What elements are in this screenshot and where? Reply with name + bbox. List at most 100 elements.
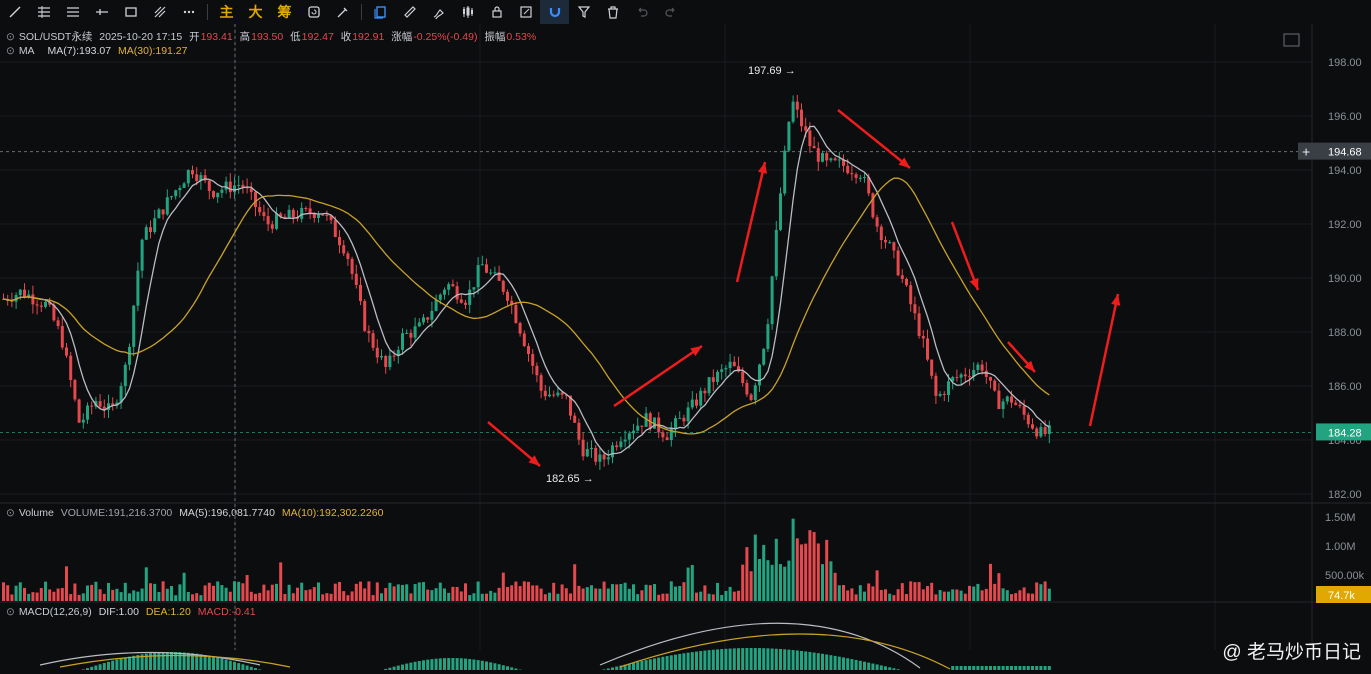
candle-body [598, 454, 602, 462]
line-tool-icon[interactable] [0, 0, 29, 24]
volume-bar [81, 593, 85, 601]
macd-bar [501, 665, 505, 670]
volume-bar [388, 582, 392, 601]
volume-bar [73, 583, 77, 601]
volume-bar [732, 591, 736, 601]
candle-body [934, 375, 938, 396]
candles-icon[interactable] [453, 0, 482, 24]
candle-body [342, 245, 346, 254]
candle-body [577, 422, 581, 440]
volume-bar [18, 582, 22, 601]
volume-bar [270, 584, 274, 601]
parallel-channel-icon[interactable] [58, 0, 87, 24]
macd-bar [753, 648, 757, 670]
volume-bar [1031, 593, 1034, 601]
copy-icon[interactable] [366, 0, 395, 24]
candle-body [892, 242, 896, 251]
macd-bar [758, 648, 761, 670]
candle-body [157, 209, 161, 219]
macd-bar [86, 668, 89, 670]
volume-bar [77, 594, 81, 601]
volume-bar [795, 538, 799, 601]
macd-bar [779, 649, 782, 670]
macd-bar [653, 658, 656, 670]
ruler-icon[interactable] [395, 0, 424, 24]
volume-bar [816, 543, 820, 601]
volume-bar [518, 586, 522, 601]
volume-bar [233, 581, 236, 601]
volume-bar [938, 590, 942, 601]
candle-body [86, 405, 89, 420]
candle-body [73, 380, 77, 400]
macd-bar [438, 658, 442, 670]
candle-body [686, 407, 690, 422]
candle-body [182, 183, 186, 189]
candle-body [304, 208, 308, 210]
volume-bar [65, 566, 68, 601]
brush-icon[interactable] [424, 0, 453, 24]
trash-icon[interactable] [598, 0, 627, 24]
candle-body [438, 294, 442, 300]
candle-body [375, 347, 379, 358]
candle-body [501, 280, 505, 292]
volume-bar [556, 593, 560, 601]
rectangle-icon[interactable] [116, 0, 145, 24]
volume-bar [128, 593, 131, 601]
macd-bar [107, 661, 110, 670]
candle-body [984, 370, 988, 377]
volume-bar [245, 575, 249, 601]
lock-icon[interactable] [482, 0, 511, 24]
last-volume-badge: 74.7k [1316, 586, 1371, 603]
macd-bar [472, 659, 476, 670]
macd-bar [728, 648, 732, 670]
macd-bar [770, 648, 774, 670]
volume-bar [170, 585, 173, 601]
macd-bar [636, 661, 640, 670]
candle-body [178, 188, 182, 191]
price-tick: 198.00 [1328, 57, 1362, 69]
macd-bar [1022, 666, 1026, 670]
undo-icon[interactable] [627, 0, 656, 24]
candle-body [800, 109, 803, 127]
macd-bar [1005, 666, 1009, 670]
macd-bar [417, 660, 421, 670]
macd-bar [602, 669, 606, 670]
candle-body [812, 146, 816, 149]
macd-bar [875, 664, 879, 670]
candle-body [846, 165, 850, 174]
edit-icon[interactable] [511, 0, 540, 24]
volume-bar [123, 582, 127, 601]
candle-body [833, 158, 837, 161]
volume-bar [745, 547, 749, 601]
candle-body [426, 317, 430, 320]
candle-body [980, 364, 984, 371]
volume-bar [254, 593, 257, 601]
toolbar-divider [207, 4, 208, 20]
chips-button[interactable]: 筹 [270, 0, 299, 24]
volume-bar [1018, 590, 1022, 601]
volume-bar [136, 591, 140, 601]
macd-bar [81, 669, 85, 670]
volume-bar [598, 588, 602, 601]
macd-bar [707, 650, 711, 670]
volume-bar [497, 587, 501, 601]
candlestick-chart[interactable]: 197.69 → 182.65 → 198.00 196.00 194.00 192.0… [0, 24, 1371, 674]
settings-pen-icon[interactable] [328, 0, 357, 24]
horizontal-ray-icon[interactable] [87, 0, 116, 24]
volume-bar [157, 592, 161, 601]
magnet-icon[interactable] [540, 0, 569, 24]
fib-icon[interactable] [145, 0, 174, 24]
volume-bar [707, 593, 711, 601]
volume-bar [367, 581, 371, 601]
horizontal-lines-icon[interactable] [29, 0, 58, 24]
big-order-button[interactable]: 大 [241, 0, 270, 24]
filter-icon[interactable] [569, 0, 598, 24]
replay-icon[interactable] [299, 0, 328, 24]
candle-body [753, 385, 757, 400]
volume-bar [989, 563, 992, 601]
main-indicator-button[interactable]: 主 [212, 0, 241, 24]
volume-bar [774, 538, 778, 601]
macd-bar [640, 660, 644, 670]
redo-icon[interactable] [656, 0, 685, 24]
more-icon[interactable] [174, 0, 203, 24]
